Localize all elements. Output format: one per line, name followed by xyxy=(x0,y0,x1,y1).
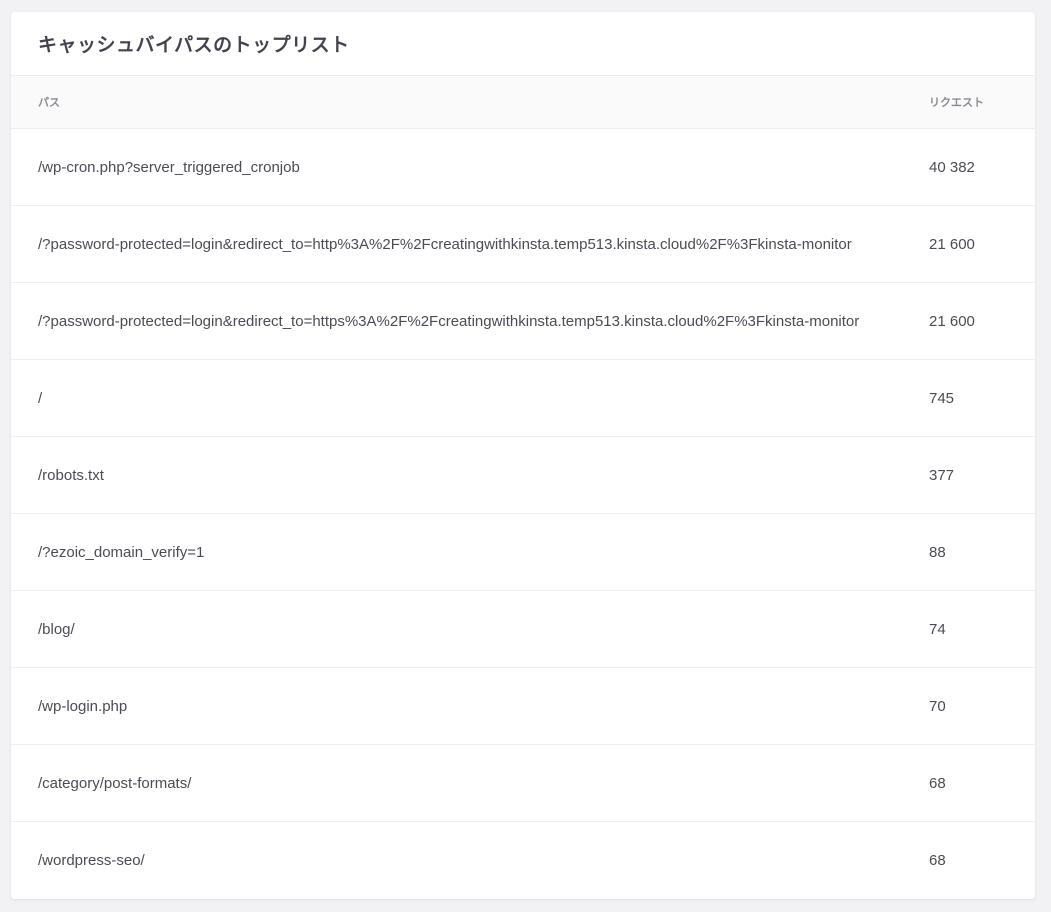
table-row: /?ezoic_domain_verify=1 88 xyxy=(11,514,1035,591)
row-path: / xyxy=(38,389,43,407)
row-path: /?ezoic_domain_verify=1 xyxy=(38,543,205,561)
card-header: キャッシュバイパスのトップリスト xyxy=(11,12,1035,76)
cache-bypass-card: キャッシュバイパスのトップリスト パス リクエスト /wp-cron.php?s… xyxy=(11,12,1035,899)
row-requests: 74 xyxy=(929,620,946,638)
row-path: /?password-protected=login&redirect_to=h… xyxy=(38,235,852,253)
table-row: /robots.txt 377 xyxy=(11,437,1035,514)
table-body: /wp-cron.php?server_triggered_cronjob 40… xyxy=(11,129,1035,899)
table-row: / 745 xyxy=(11,360,1035,437)
row-requests: 70 xyxy=(929,697,946,715)
row-path: /robots.txt xyxy=(38,466,104,484)
table-row: /?password-protected=login&redirect_to=h… xyxy=(11,283,1035,360)
row-requests: 21 600 xyxy=(929,312,975,330)
table-row: /?password-protected=login&redirect_to=h… xyxy=(11,206,1035,283)
row-path: /wp-cron.php?server_triggered_cronjob xyxy=(38,158,300,176)
row-path: /wordpress-seo/ xyxy=(38,852,145,869)
row-requests: 745 xyxy=(929,389,955,407)
row-path: /?password-protected=login&redirect_to=h… xyxy=(38,312,860,330)
row-path: /wp-login.php xyxy=(38,697,128,715)
table-row: /category/post-formats/ 68 xyxy=(11,745,1035,822)
table-row: /wordpress-seo/ 68 xyxy=(11,822,1035,899)
row-path: /category/post-formats/ xyxy=(38,774,192,792)
table-row: /wp-login.php 70 xyxy=(11,668,1035,745)
row-requests: 377 xyxy=(929,466,955,484)
column-header-path: パス xyxy=(38,97,60,109)
column-header-requests: リクエスト xyxy=(929,97,984,109)
row-requests: 68 xyxy=(929,852,946,869)
row-requests: 88 xyxy=(929,543,946,561)
row-requests: 68 xyxy=(929,774,946,792)
row-path: /blog/ xyxy=(38,620,75,638)
table-header: パス リクエスト xyxy=(11,76,1035,129)
table-row: /blog/ 74 xyxy=(11,591,1035,668)
row-requests: 21 600 xyxy=(929,235,975,253)
table-row: /wp-cron.php?server_triggered_cronjob 40… xyxy=(11,129,1035,206)
card-title: キャッシュバイパスのトップリスト xyxy=(38,35,350,56)
row-requests: 40 382 xyxy=(929,158,975,176)
